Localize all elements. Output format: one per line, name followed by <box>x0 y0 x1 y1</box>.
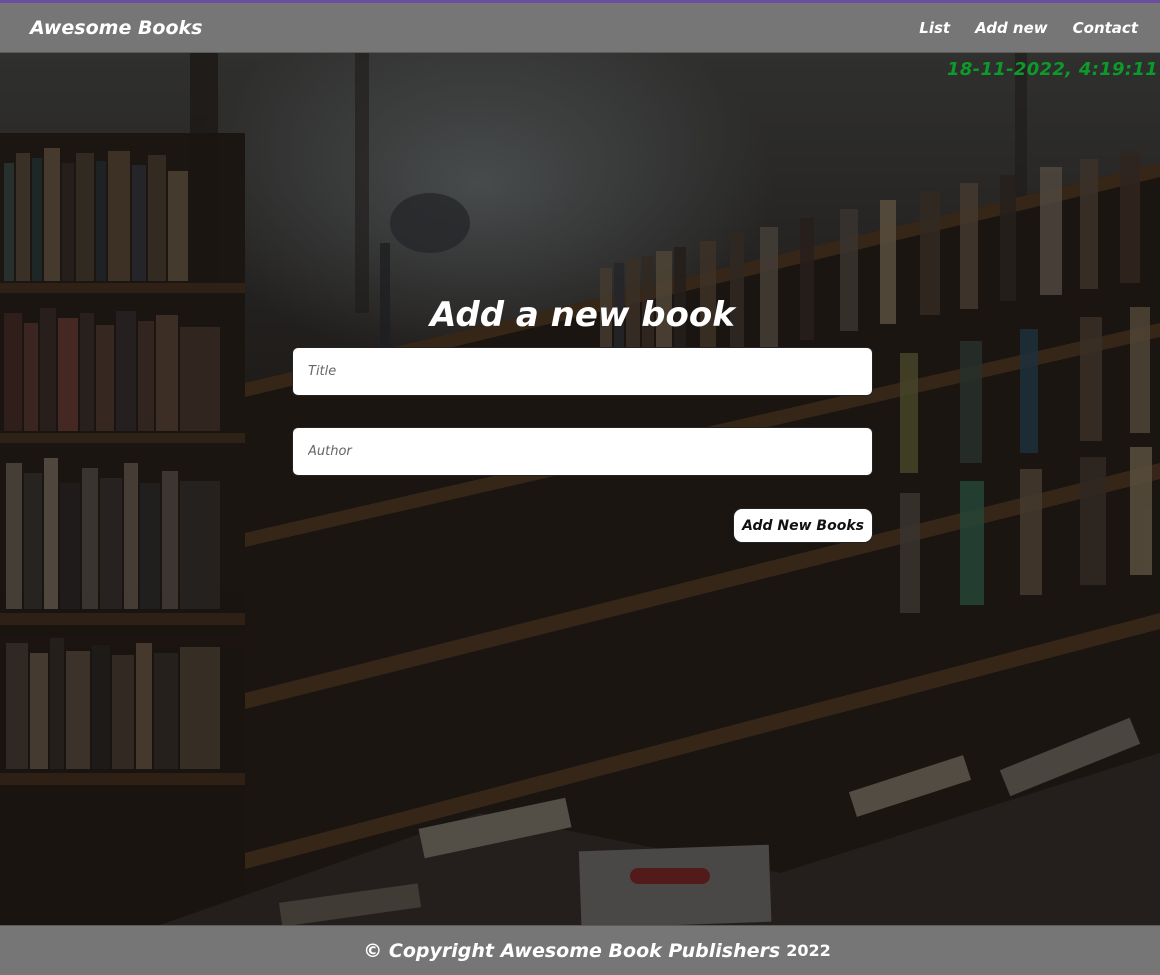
button-row: Add New Books <box>292 508 873 543</box>
author-input[interactable] <box>292 427 873 476</box>
hero-background: 18-11-2022, 4:19:11 Add a new book Add N… <box>0 53 1160 925</box>
nav-link-add-new[interactable]: Add new <box>975 19 1048 37</box>
nav-link-list[interactable]: List <box>919 19 950 37</box>
navbar: Awesome Books List Add new Contact <box>0 3 1160 53</box>
nav-links: List Add new Contact <box>894 19 1160 37</box>
copyright-year: 2022 <box>786 941 831 960</box>
brand-logo[interactable]: Awesome Books <box>30 17 202 39</box>
title-input[interactable] <box>292 347 873 396</box>
add-book-form: Add a new book Add New Books <box>292 293 873 543</box>
nav-link-contact[interactable]: Contact <box>1073 19 1138 37</box>
copyright-text: © Copyright Awesome Book Publishers <box>363 939 781 962</box>
form-heading: Add a new book <box>430 295 735 335</box>
add-new-books-button[interactable]: Add New Books <box>733 508 873 543</box>
footer: © Copyright Awesome Book Publishers 2022 <box>0 925 1160 975</box>
current-datetime: 18-11-2022, 4:19:11 <box>947 59 1158 80</box>
